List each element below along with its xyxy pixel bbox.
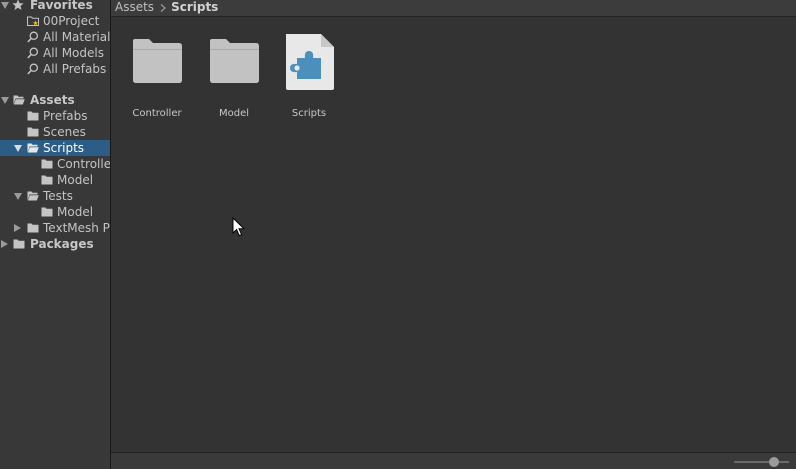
asset-tile-label: Controller [132,108,182,119]
tree-item-packages[interactable]: Packages [0,236,110,252]
status-footer [111,452,796,469]
breadcrumb-scripts[interactable]: Scripts [171,0,218,14]
asset-tile-scripts-asmdef[interactable]: Scripts [277,31,341,119]
tree-item-scenes[interactable]: Scenes [0,124,110,140]
tree-item-all-prefabs[interactable]: All Prefabs [0,61,110,77]
collapse-arrow-icon[interactable] [1,240,8,248]
tree-item-label: TextMesh P [43,221,110,235]
folder-icon [41,175,53,185]
expand-arrow-icon[interactable] [14,145,22,152]
tree-item-scripts[interactable]: Scripts [0,140,110,156]
folder-icon [27,127,39,137]
tree-item-prefabs[interactable]: Prefabs [0,108,110,124]
chevron-right-icon [160,4,166,12]
asset-grid: Controller Model Scripts [111,17,796,452]
tree-item-label: Controlle [57,157,110,171]
search-icon [27,63,39,75]
asset-tile-label: Model [218,108,250,119]
favorites-label: Favorites [30,0,93,12]
asset-tile-controller[interactable]: Controller [125,31,189,119]
folder-icon [41,159,53,169]
zoom-slider-thumb[interactable] [768,457,779,467]
open-folder-icon [13,95,25,105]
tree-item-00project[interactable]: 00Project [0,13,110,29]
folder-icon [133,39,182,83]
tree-item-label: Model [57,205,94,219]
tree-item-tests-model[interactable]: Model [0,204,110,220]
tree-item-scripts-controller[interactable]: Controlle [0,156,110,172]
expand-arrow-icon[interactable] [14,193,22,200]
asset-tile-model[interactable]: Model [202,31,266,119]
favorite-folder-icon [27,16,39,26]
search-icon [27,47,39,59]
tree-item-label: Scripts [43,141,85,155]
search-icon [27,31,39,43]
zoom-slider-track[interactable] [734,461,789,463]
tree-item-label: All Models [43,46,104,60]
tree-item-label: 00Project [43,14,100,28]
tree-item-all-materials[interactable]: All Materials [0,29,110,45]
tree-item-tests[interactable]: Tests [0,188,110,204]
star-icon [12,0,24,10]
mouse-cursor-icon [232,217,245,237]
project-tree-panel: Favorites 00Project All Materials All Mo… [0,0,110,469]
packages-label: Packages [30,237,94,251]
folder-icon [210,39,259,83]
open-folder-icon [27,143,39,153]
tree-item-label: Scenes [43,125,86,139]
assets-label: Assets [30,93,75,107]
tree-item-assets[interactable]: Assets [0,92,110,108]
breadcrumb-assets[interactable]: Assets [115,0,154,14]
assembly-definition-icon [286,34,334,90]
folder-icon [27,223,39,233]
tree-item-label: All Prefabs [43,62,107,76]
collapse-arrow-icon[interactable] [14,224,21,232]
asset-tile-label: Scripts [291,108,327,119]
open-folder-icon [27,191,39,201]
tree-item-textmesh-pro[interactable]: TextMesh P [0,220,110,236]
expand-arrow-icon[interactable] [1,97,9,104]
expand-arrow-icon[interactable] [1,2,9,9]
tree-item-scripts-model[interactable]: Model [0,172,110,188]
tree-item-label: All Materials [43,30,110,44]
folder-icon [13,239,25,249]
tree-item-all-models[interactable]: All Models [0,45,110,61]
tree-item-label: Tests [43,189,73,203]
folder-icon [27,111,39,121]
folder-icon [41,207,53,217]
tree-item-favorites[interactable]: Favorites [0,0,110,13]
tree-item-label: Prefabs [43,109,88,123]
tree-item-label: Model [57,173,94,187]
breadcrumb: Assets Scripts [111,0,796,17]
